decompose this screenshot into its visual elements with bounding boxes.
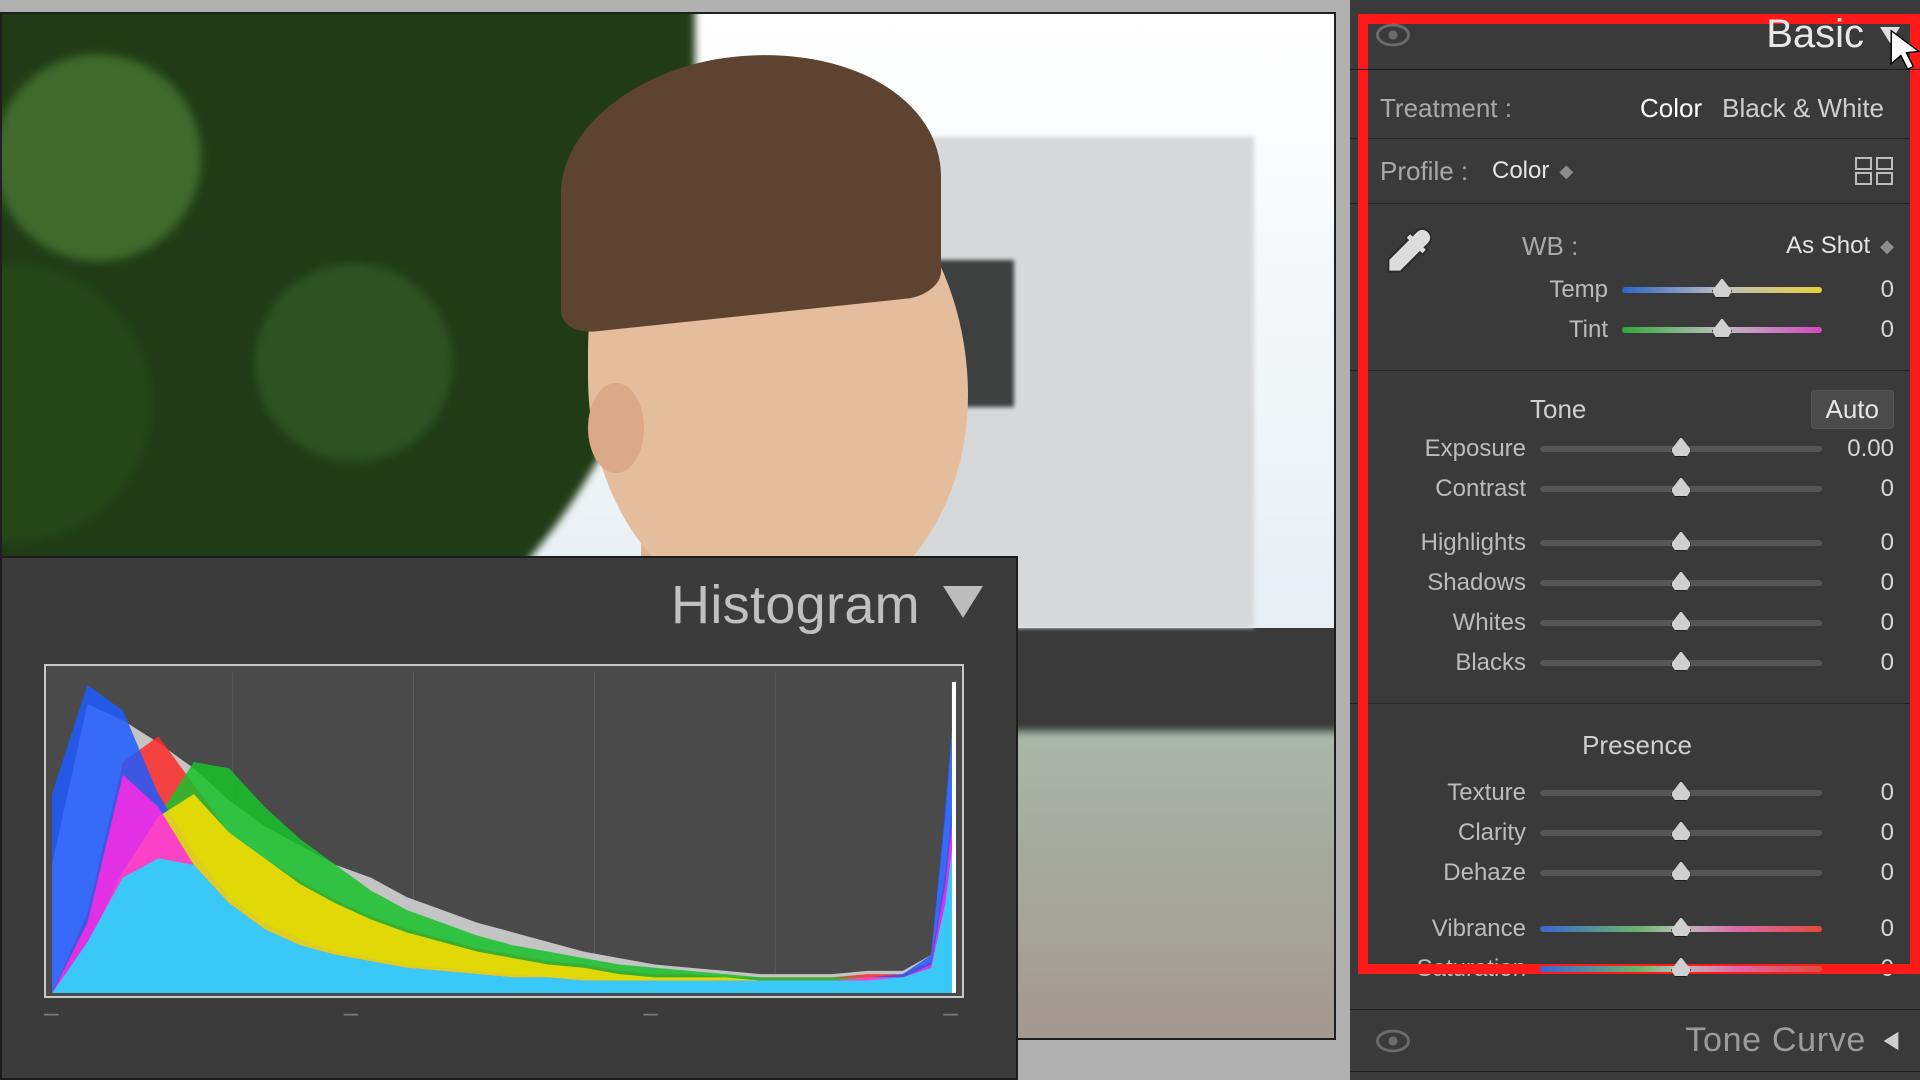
slider-value-dehaze: 0 bbox=[1822, 859, 1894, 887]
slider-blacks[interactable] bbox=[1540, 657, 1822, 669]
panel-title-tone-curve: Tone Curve bbox=[1685, 1021, 1866, 1060]
panel-title-basic: Basic bbox=[1766, 12, 1864, 57]
slider-value-texture: 0 bbox=[1822, 779, 1894, 807]
dropdown-chevron-icon: ◆ bbox=[1880, 236, 1894, 257]
treatment-label: Treatment : bbox=[1380, 93, 1530, 124]
slider-label-whites: Whites bbox=[1380, 609, 1540, 637]
slider-row-tint: Tint 0 bbox=[1462, 310, 1894, 350]
histogram-panel: Histogram –––– bbox=[0, 556, 1018, 1080]
slider-label-temp: Temp bbox=[1462, 276, 1622, 304]
slider-row-temp: Temp 0 bbox=[1462, 270, 1894, 310]
panel-visibility-icon[interactable] bbox=[1376, 23, 1410, 47]
slider-value-blacks: 0 bbox=[1822, 649, 1894, 677]
slider-row-saturation: Saturation 0 bbox=[1380, 949, 1894, 989]
slider-exposure[interactable] bbox=[1540, 443, 1822, 455]
dropdown-chevron-icon: ◆ bbox=[1559, 161, 1573, 182]
presence-section: Presence Texture 0 Clarity 0 Dehaze 0 Vi… bbox=[1350, 704, 1920, 1009]
slider-value-clarity: 0 bbox=[1822, 819, 1894, 847]
wb-section: WB : As Shot ◆ Temp 0 Tint 0 bbox=[1350, 204, 1920, 371]
slider-texture[interactable] bbox=[1540, 787, 1822, 799]
slider-value-shadows: 0 bbox=[1822, 569, 1894, 597]
slider-value-tint: 0 bbox=[1822, 316, 1894, 344]
slider-contrast[interactable] bbox=[1540, 483, 1822, 495]
slider-row-contrast: Contrast 0 bbox=[1380, 469, 1894, 509]
slider-row-blacks: Blacks 0 bbox=[1380, 643, 1894, 683]
slider-row-exposure: Exposure 0.00 bbox=[1380, 429, 1894, 469]
slider-row-dehaze: Dehaze 0 bbox=[1380, 853, 1894, 893]
panel-collapse-icon[interactable] bbox=[938, 582, 988, 622]
slider-label-exposure: Exposure bbox=[1380, 435, 1540, 463]
slider-value-exposure: 0.00 bbox=[1822, 435, 1894, 463]
slider-label-contrast: Contrast bbox=[1380, 475, 1540, 503]
slider-label-vibrance: Vibrance bbox=[1380, 915, 1540, 943]
wb-label: WB : bbox=[1462, 231, 1578, 262]
histogram-plot[interactable] bbox=[44, 664, 964, 998]
slider-value-temp: 0 bbox=[1822, 276, 1894, 304]
slider-vibrance[interactable] bbox=[1540, 923, 1822, 935]
slider-row-vibrance: Vibrance 0 bbox=[1380, 909, 1894, 949]
treatment-section: Treatment : Color Black & White bbox=[1350, 70, 1920, 139]
slider-row-clarity: Clarity 0 bbox=[1380, 813, 1894, 853]
slider-value-whites: 0 bbox=[1822, 609, 1894, 637]
slider-value-vibrance: 0 bbox=[1822, 915, 1894, 943]
histogram-title: Histogram bbox=[671, 574, 920, 636]
slider-row-highlights: Highlights 0 bbox=[1380, 523, 1894, 563]
profile-label: Profile : bbox=[1380, 156, 1492, 187]
slider-label-shadows: Shadows bbox=[1380, 569, 1540, 597]
slider-row-texture: Texture 0 bbox=[1380, 773, 1894, 813]
treatment-color-option[interactable]: Color bbox=[1630, 93, 1712, 124]
wb-dropdown[interactable]: As Shot ◆ bbox=[1786, 232, 1894, 260]
histogram-zone-markers: –––– bbox=[44, 1012, 958, 1030]
develop-panel: Basic Treatment : Color Black & White Pr… bbox=[1350, 0, 1920, 1080]
profile-value: Color bbox=[1492, 157, 1549, 185]
slider-value-saturation: 0 bbox=[1822, 955, 1894, 983]
histogram-curves bbox=[52, 672, 956, 993]
wb-value: As Shot bbox=[1786, 232, 1870, 260]
profile-dropdown[interactable]: Color ◆ bbox=[1492, 157, 1573, 185]
profile-section: Profile : Color ◆ bbox=[1350, 139, 1920, 204]
slider-saturation[interactable] bbox=[1540, 963, 1822, 975]
slider-dehaze[interactable] bbox=[1540, 867, 1822, 879]
slider-value-highlights: 0 bbox=[1822, 529, 1894, 557]
slider-highlights[interactable] bbox=[1540, 537, 1822, 549]
presence-title: Presence bbox=[1380, 722, 1894, 773]
slider-value-contrast: 0 bbox=[1822, 475, 1894, 503]
chevron-left-icon[interactable] bbox=[1880, 1030, 1902, 1052]
chevron-down-icon[interactable] bbox=[1878, 23, 1902, 47]
slider-row-shadows: Shadows 0 bbox=[1380, 563, 1894, 603]
slider-shadows[interactable] bbox=[1540, 577, 1822, 589]
auto-tone-button[interactable]: Auto bbox=[1811, 390, 1895, 429]
slider-label-tint: Tint bbox=[1462, 316, 1622, 344]
subject-ear bbox=[588, 383, 644, 473]
slider-clarity[interactable] bbox=[1540, 827, 1822, 839]
white-balance-eyedropper-icon[interactable] bbox=[1380, 222, 1438, 280]
slider-whites[interactable] bbox=[1540, 617, 1822, 629]
slider-label-highlights: Highlights bbox=[1380, 529, 1540, 557]
slider-label-dehaze: Dehaze bbox=[1380, 859, 1540, 887]
slider-label-texture: Texture bbox=[1380, 779, 1540, 807]
panel-header-hsl-color[interactable]: HSL / Color bbox=[1350, 1071, 1920, 1080]
profile-browser-icon[interactable] bbox=[1854, 156, 1894, 186]
panel-visibility-icon[interactable] bbox=[1376, 1029, 1410, 1053]
tone-title: Tone bbox=[1380, 394, 1811, 425]
slider-label-saturation: Saturation bbox=[1380, 955, 1540, 983]
panel-header-basic[interactable]: Basic bbox=[1350, 0, 1920, 70]
slider-label-clarity: Clarity bbox=[1380, 819, 1540, 847]
slider-label-blacks: Blacks bbox=[1380, 649, 1540, 677]
slider-row-whites: Whites 0 bbox=[1380, 603, 1894, 643]
slider-tint[interactable] bbox=[1622, 324, 1822, 336]
tone-section: Tone Auto Exposure 0.00 Contrast 0 Highl… bbox=[1350, 371, 1920, 704]
panel-header-tone-curve[interactable]: Tone Curve bbox=[1350, 1009, 1920, 1071]
slider-temp[interactable] bbox=[1622, 284, 1822, 296]
treatment-bw-option[interactable]: Black & White bbox=[1712, 93, 1894, 124]
